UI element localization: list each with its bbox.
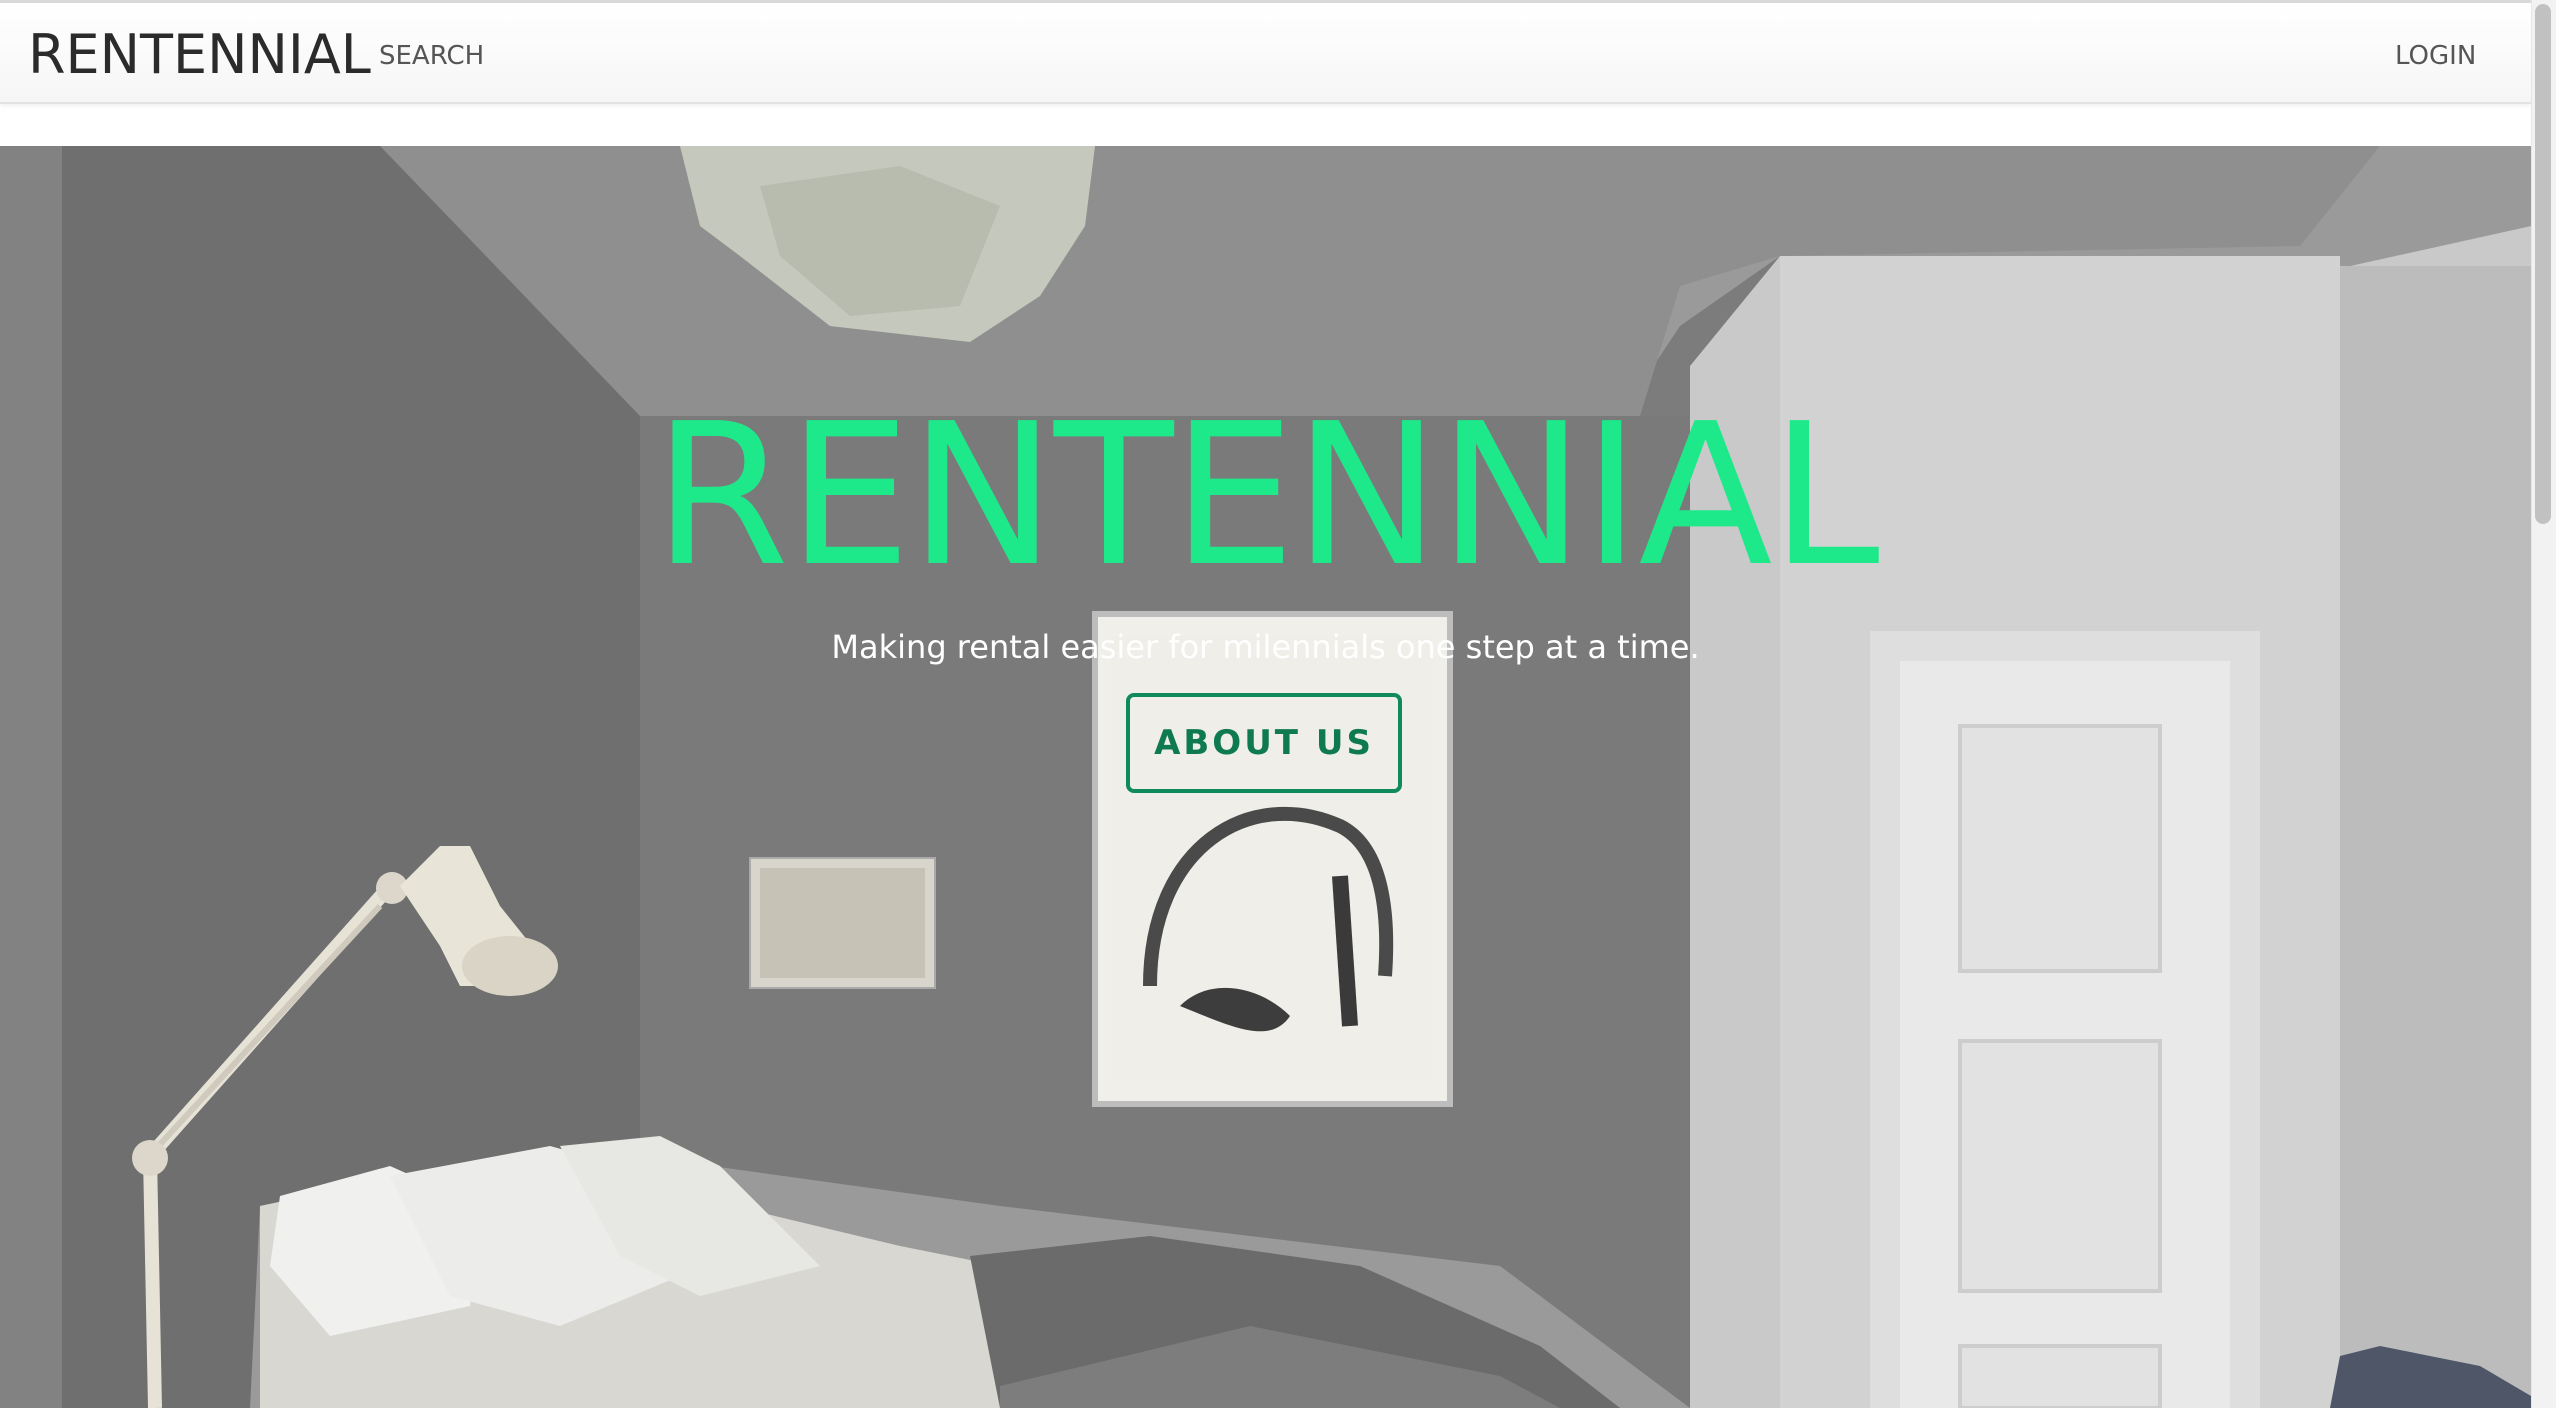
nav-search-link[interactable]: SEARCH bbox=[379, 39, 484, 73]
hero-section: RENTENNIAL Making rental easier for mile… bbox=[0, 146, 2531, 1408]
hero-tagline: Making rental easier for milennials one … bbox=[831, 628, 1700, 666]
page-scrollbar-thumb[interactable] bbox=[2535, 4, 2551, 524]
nav-login-link[interactable]: LOGIN bbox=[2395, 39, 2476, 73]
brand-logo[interactable]: RENTENNIAL bbox=[28, 23, 371, 87]
top-navbar: RENTENNIAL SEARCH LOGIN bbox=[0, 3, 2531, 104]
about-us-button[interactable]: ABOUT US bbox=[1126, 693, 1402, 793]
hero-title: RENTENNIAL bbox=[653, 382, 1880, 610]
